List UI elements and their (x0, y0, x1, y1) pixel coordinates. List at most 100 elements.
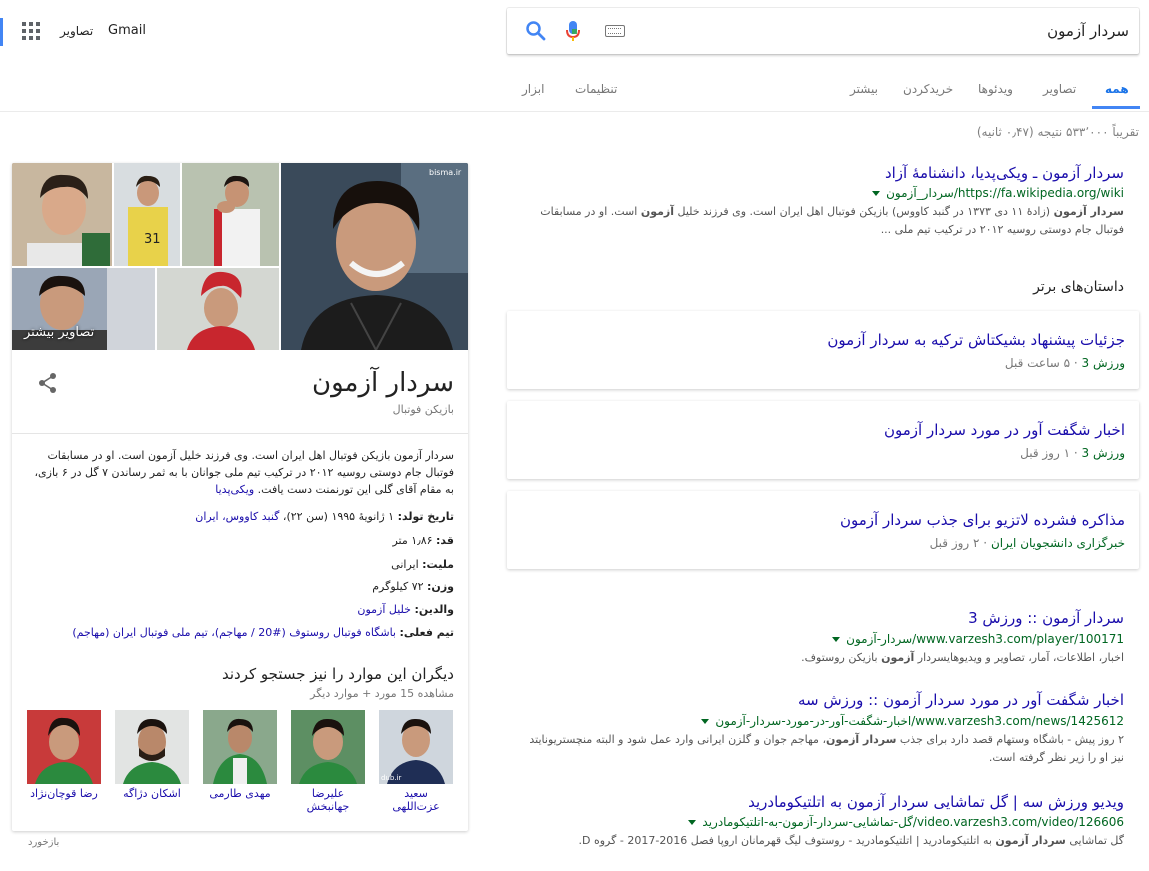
result-title[interactable]: سردار آزمون ـ ویکی‌پدیا، دانشنامهٔ آزاد (885, 164, 1124, 182)
fact-link[interactable]: گنبد کاووس، ایران (195, 510, 279, 523)
story-meta: ورزش 3 · ۱ روز قبل (1020, 446, 1125, 460)
tab-videos[interactable]: ویدئوها (978, 82, 1013, 96)
person-name[interactable]: علیرضا جهانبخش (291, 787, 365, 813)
snippet-text: گل تماشایی (1065, 834, 1124, 847)
tab-all[interactable]: همه (1105, 82, 1129, 96)
player-photo-main[interactable]: bisma.ir (281, 163, 468, 350)
story-source: ورزش 3 (1081, 446, 1126, 460)
story-source: خبرگزاری دانشجویان ایران (990, 536, 1125, 550)
person-photo[interactable] (203, 710, 277, 784)
caret-down-icon[interactable] (872, 191, 881, 196)
separator: · (1070, 446, 1082, 460)
person-photo[interactable] (291, 710, 365, 784)
result-url[interactable]: video.varzesh3.com/video/126606/گل-تماشا… (688, 815, 1124, 829)
result-snippet: ۲ روز پیش - باشگاه وستهام قصد دارد برای … (524, 731, 1124, 767)
more-images-link[interactable]: تصاویر بیشتر (24, 325, 94, 340)
player-photo[interactable] (12, 163, 112, 266)
snippet-text: اخبار، اطلاعات، آمار، تصاویر و ویدیوهایس… (914, 651, 1124, 664)
person-card[interactable]: dub.ir سعید عزت‌اللهی (379, 710, 453, 813)
tab-more[interactable]: بیشتر (850, 82, 878, 96)
fact-value: ۷۲ کیلوگرم (372, 580, 424, 593)
snippet-bold: آزمون (881, 651, 915, 664)
share-icon[interactable] (38, 372, 58, 394)
people-also-search-heading: دیگران این موارد را نیز جستجو کردند (222, 665, 454, 683)
story-title[interactable]: جزئیات پیشنهاد بشیکتاش ترکیه به سردار آز… (827, 331, 1125, 349)
search-icon[interactable] (525, 20, 547, 42)
person-photo[interactable]: dub.ir (379, 710, 453, 784)
fact-label: والدین: (414, 603, 454, 616)
person-name[interactable]: مهدی طارمی (203, 787, 277, 800)
images-link[interactable]: تصاویر (60, 24, 93, 38)
result-title[interactable]: ویدیو ورزش سه | گل تماشایی سردار آزمون ب… (748, 793, 1124, 811)
fact-weight: وزن: ۷۲ کیلوگرم (372, 580, 454, 593)
top-stories-heading: داستان‌های برتر (1033, 279, 1124, 295)
story-title[interactable]: مذاکره فشرده لاتزیو برای جذب سردار آزمون (840, 511, 1125, 529)
keyboard-icon[interactable] (605, 25, 625, 37)
result-url-text[interactable]: www.varzesh3.com/news/1425612/اخبار-شگفت… (715, 714, 1124, 728)
person-photo[interactable] (115, 710, 189, 784)
person-card[interactable]: اشکان دژاگه (115, 710, 189, 800)
snippet-bold: آزمون (640, 205, 675, 218)
tab-images[interactable]: تصاویر (1043, 82, 1076, 96)
person-photo[interactable] (27, 710, 101, 784)
search-box[interactable]: سردار آزمون (507, 8, 1139, 54)
view-more-link[interactable]: مشاهده 15 مورد + موارد دیگر (310, 687, 454, 700)
fact-link[interactable]: باشگاه فوتبال روستوف (#20 / مهاجم)، تیم … (72, 626, 396, 639)
result-url[interactable]: https://fa.wikipedia.org/wiki/سردار_آزمو… (872, 186, 1124, 200)
result-url[interactable]: www.varzesh3.com/news/1425612/اخبار-شگفت… (701, 714, 1124, 728)
result-title[interactable]: سردار آزمون :: ورزش 3 (968, 609, 1124, 627)
person-name[interactable]: رضا قوچان‌نژاد (27, 787, 101, 800)
snippet-bold: سردار آزمون (995, 834, 1066, 847)
person-card[interactable]: رضا قوچان‌نژاد (27, 710, 101, 800)
watermark: dub.ir (381, 774, 401, 782)
apps-grid-icon[interactable] (22, 22, 40, 40)
result-stats: تقریباً ۵۳۳٬۰۰۰ نتیجه (۰٫۴۷ ثانیه) (976, 125, 1139, 139)
svg-text:31: 31 (144, 232, 161, 247)
gmail-link[interactable]: Gmail (108, 23, 146, 38)
microphone-icon[interactable] (565, 20, 581, 42)
caret-down-icon[interactable] (701, 719, 710, 724)
story-card[interactable]: اخبار شگفت آور در مورد سردار آزمون ورزش … (507, 401, 1139, 479)
story-card[interactable]: جزئیات پیشنهاد بشیکتاش ترکیه به سردار آز… (507, 311, 1139, 389)
fact-value: ۱ ژانویهٔ ۱۹۹۵ (سن ۲۲)، (279, 510, 395, 523)
person-card[interactable]: مهدی طارمی (203, 710, 277, 800)
separator: · (979, 536, 991, 550)
tab-tools[interactable]: ابزار (522, 82, 544, 96)
fact-label: تاریخ تولد: (397, 510, 454, 523)
fact-team: تیم فعلی: باشگاه فوتبال روستوف (#20 / مه… (72, 626, 454, 639)
feedback-link[interactable]: بازخورد (28, 837, 59, 848)
story-card[interactable]: مذاکره فشرده لاتزیو برای جذب سردار آزمون… (507, 491, 1139, 569)
player-photo[interactable] (182, 163, 279, 266)
tab-settings[interactable]: تنظیمات (575, 82, 617, 96)
caret-down-icon[interactable] (832, 637, 841, 642)
snippet-bold: سردار آزمون (826, 733, 897, 746)
kp-description: سردار آزمون بازیکن فوتبال اهل ایران است.… (26, 447, 454, 498)
result-url-text[interactable]: www.varzesh3.com/player/100171/سردار-آزم… (846, 632, 1124, 646)
snippet-text: (زادهٔ ۱۱ دی ۱۳۷۳ در گنبد کاووس) بازیکن … (674, 205, 1054, 218)
watermark: bisma.ir (429, 168, 462, 177)
fact-link[interactable]: خلیل آزمون (357, 603, 411, 616)
story-title[interactable]: اخبار شگفت آور در مورد سردار آزمون (884, 421, 1125, 439)
knowledge-panel: 31 bisma.ir تصاویر بیشتر سردار آزمون باز… (12, 163, 468, 831)
person-name[interactable]: سعید عزت‌اللهی (379, 787, 453, 813)
person-card[interactable]: علیرضا جهانبخش (291, 710, 365, 813)
wikipedia-link[interactable]: ویکی‌پدیا (215, 483, 254, 496)
story-meta: خبرگزاری دانشجویان ایران · ۲ روز قبل (930, 536, 1125, 550)
caret-down-icon[interactable] (688, 820, 697, 825)
person-name[interactable]: اشکان دژاگه (115, 787, 189, 800)
player-photo[interactable]: 31 (114, 163, 180, 266)
fact-label: قد: (436, 534, 454, 547)
result-url-text[interactable]: https://fa.wikipedia.org/wiki/سردار_آزمو… (886, 186, 1124, 200)
story-meta: ورزش 3 · ۵ ساعت قبل (1005, 356, 1125, 370)
search-input[interactable]: سردار آزمون (1047, 22, 1129, 40)
result-url[interactable]: www.varzesh3.com/player/100171/سردار-آزم… (832, 632, 1124, 646)
snippet-bold: سردار آزمون (1053, 205, 1124, 218)
kp-title: سردار آزمون (312, 368, 454, 398)
result-url-text[interactable]: video.varzesh3.com/video/126606/گل-تماشا… (702, 815, 1124, 829)
tab-shopping[interactable]: خریدکردن (903, 82, 953, 96)
snippet-text: ۲ روز پیش - باشگاه وستهام قصد دارد برای … (896, 733, 1124, 746)
player-photo[interactable] (157, 268, 279, 350)
fact-nationality: ملیت: ایرانی (391, 558, 454, 571)
result-title[interactable]: اخبار شگفت آور در مورد سردار آزمون :: ور… (798, 691, 1124, 709)
story-source: ورزش 3 (1081, 356, 1126, 370)
